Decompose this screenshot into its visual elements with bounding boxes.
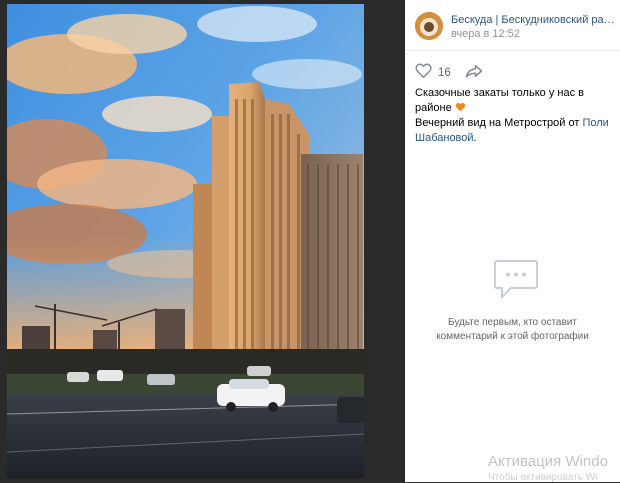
author-avatar[interactable] — [415, 12, 443, 40]
post-text-end: . — [473, 132, 477, 144]
no-comments-text: Будьте первым, кто оставит комментарий к… — [436, 317, 589, 342]
photo-viewer: Бескуда | Бескудниковский район ... вчер… — [0, 0, 620, 483]
post-time[interactable]: вчера в 12:52 — [451, 28, 520, 40]
comment-bubble-icon — [493, 258, 539, 305]
share-button[interactable] — [465, 64, 483, 83]
windows-activation-title: Активация Windo — [488, 453, 608, 470]
post-panel: Бескуда | Бескудниковский район ... вчер… — [405, 0, 620, 482]
author-name[interactable]: Бескуда | Бескудниковский район ... — [451, 14, 616, 26]
share-arrow-icon — [465, 64, 483, 83]
like-count: 16 — [438, 67, 451, 79]
orange-heart-emoji-icon — [455, 102, 466, 112]
heart-outline-icon — [415, 63, 432, 83]
post-text-line1: Сказочные закаты только у нас в районе — [415, 87, 584, 114]
post-header: Бескуда | Бескудниковский район ... вчер… — [405, 0, 620, 51]
post-actions: 16 — [415, 63, 483, 83]
windows-activation-subtitle: Чтобы активировать Wi — [488, 472, 598, 483]
like-button[interactable]: 16 — [415, 63, 451, 83]
photo[interactable] — [7, 4, 364, 478]
photo-image — [7, 4, 364, 478]
post-text: Сказочные закаты только у нас в районе В… — [415, 86, 615, 146]
post-text-line2: Вечерний вид на Метрострой от — [415, 117, 580, 129]
